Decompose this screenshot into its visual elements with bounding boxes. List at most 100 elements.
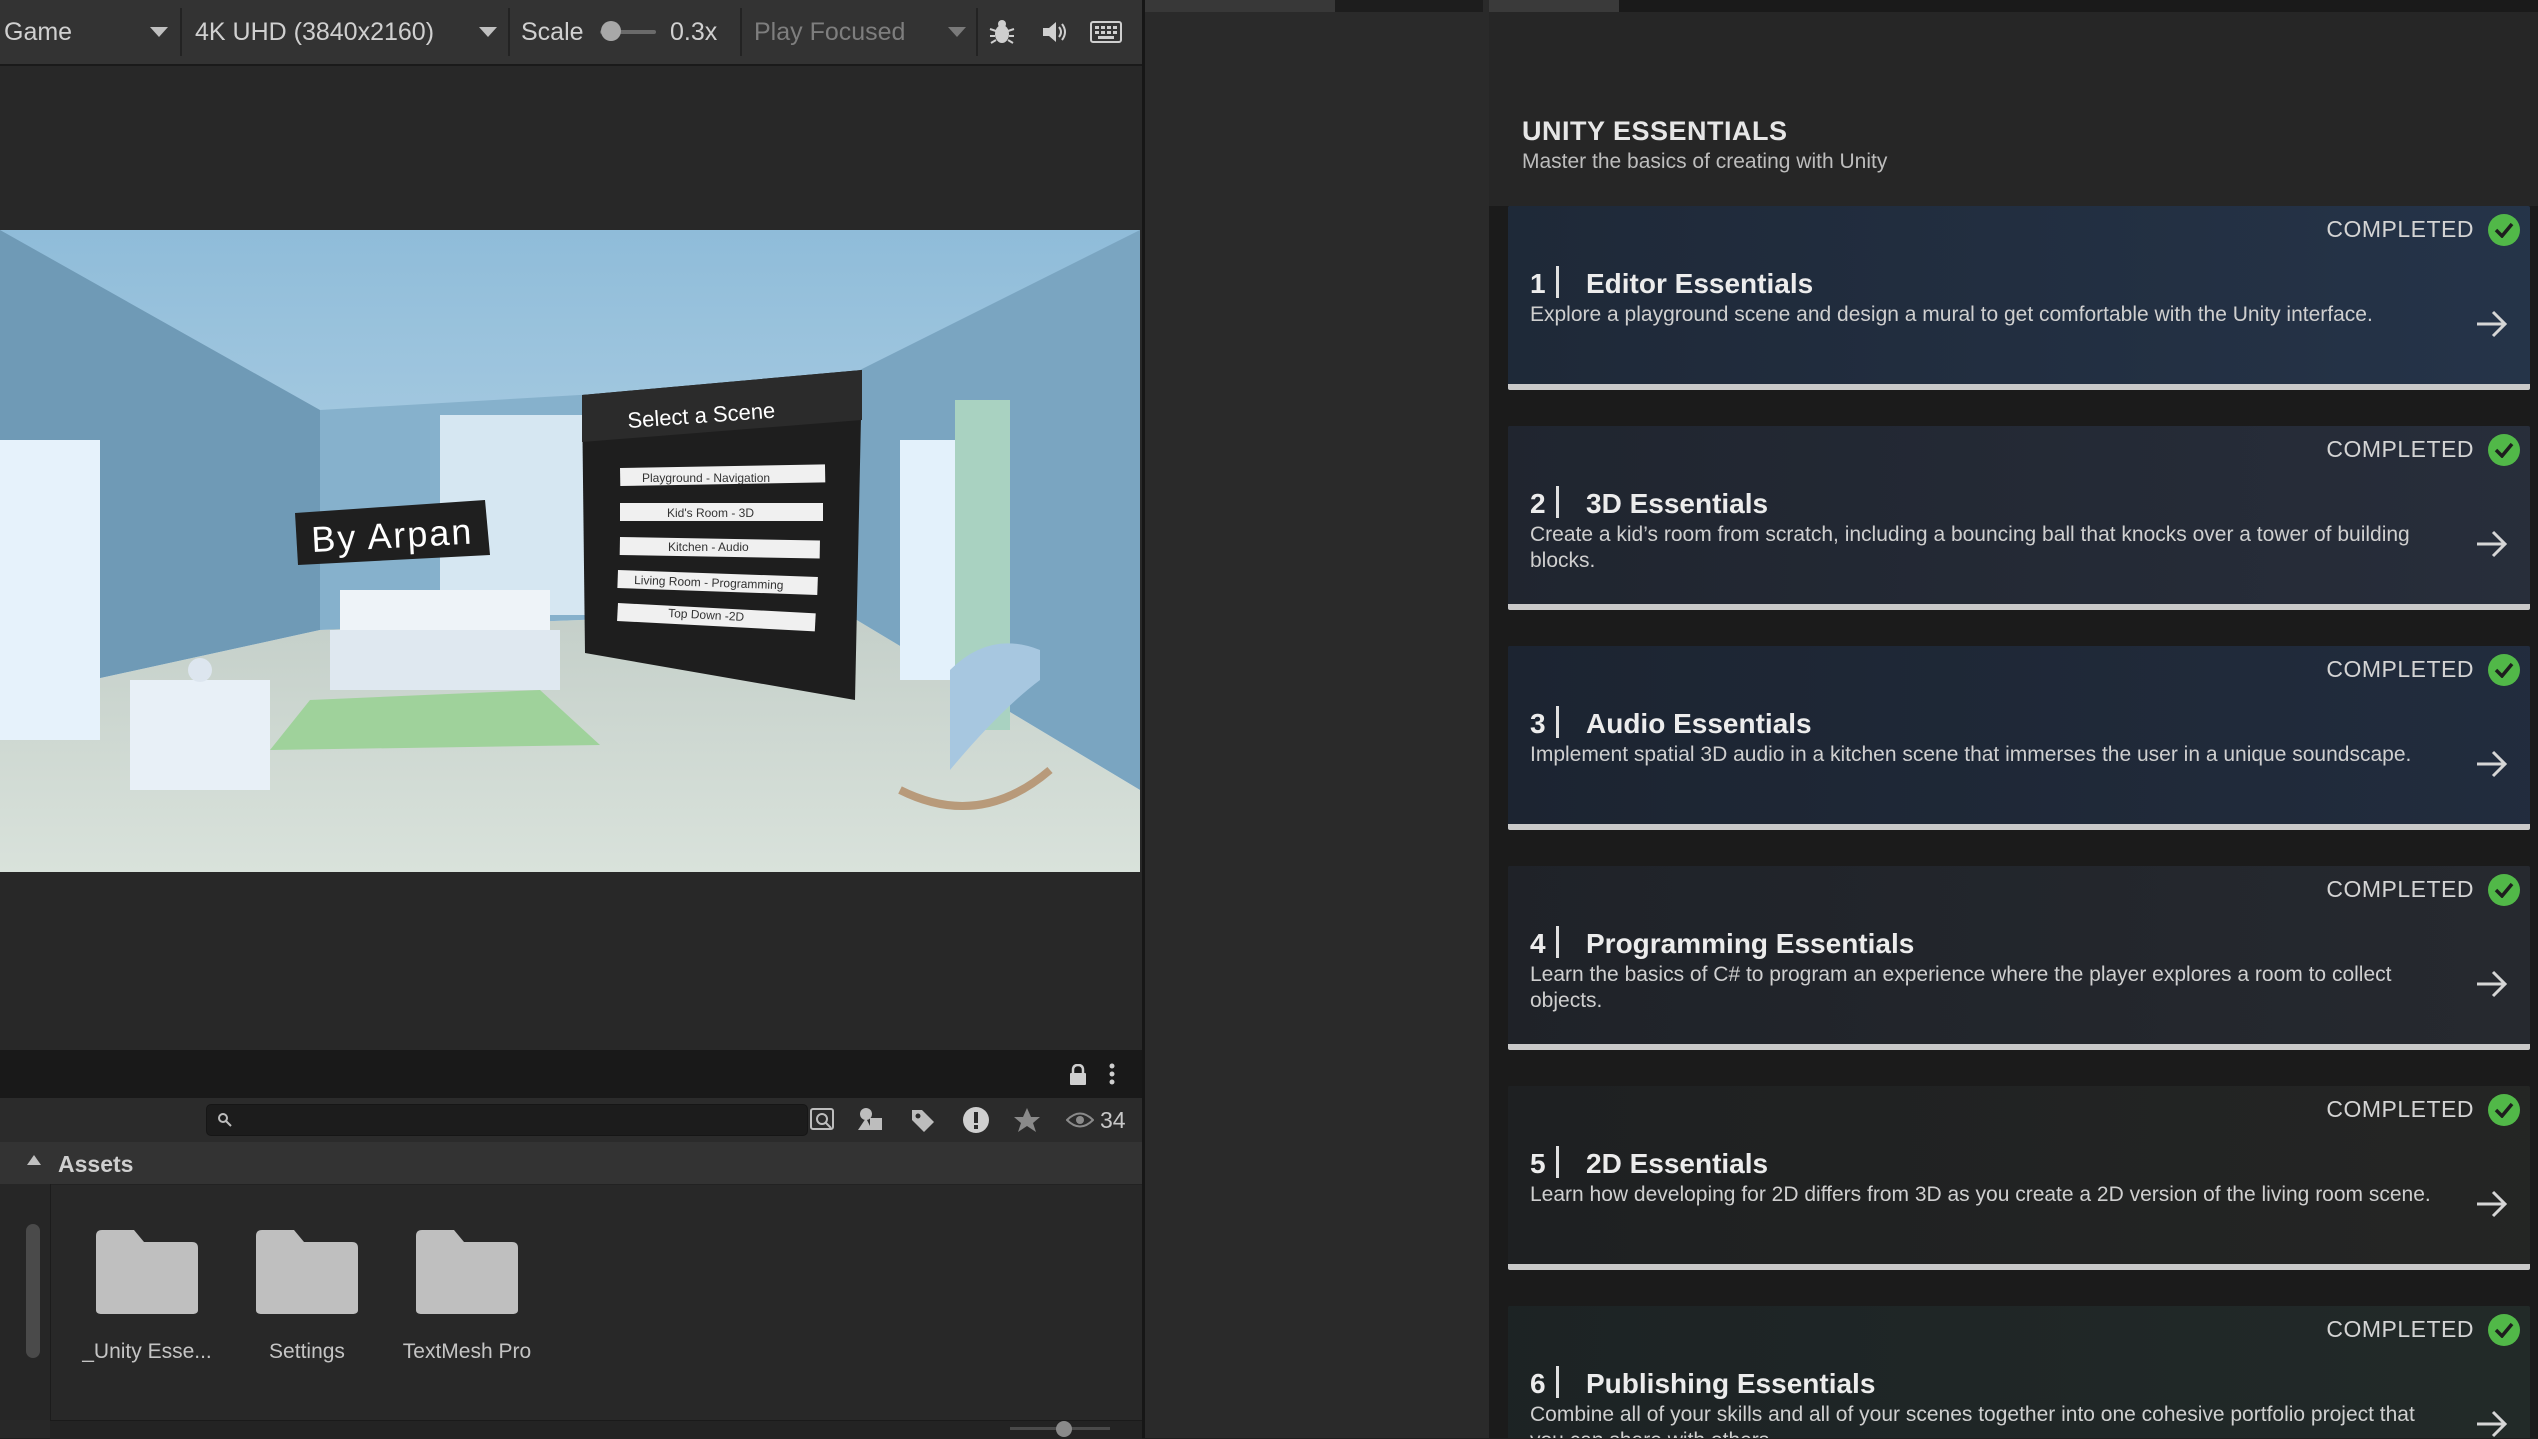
arrow-right-icon[interactable]	[2474, 306, 2510, 342]
toolbar-divider	[740, 8, 742, 56]
arrow-right-icon[interactable]	[2474, 746, 2510, 782]
tutorial-card-6[interactable]: COMPLETED 6 Publishing Essentials Combin…	[1508, 1306, 2530, 1438]
arrow-right-icon[interactable]	[2474, 1186, 2510, 1222]
play-mode-dropdown[interactable]: Play Focused	[754, 0, 966, 64]
card-divider	[1556, 1366, 1559, 1398]
project-search-input[interactable]	[206, 1104, 808, 1136]
project-scrollbar[interactable]	[26, 1224, 40, 1358]
mute-audio-button[interactable]	[1034, 0, 1074, 64]
scene-button-label: Kitchen - Audio	[668, 540, 749, 554]
scale-label: Scale	[521, 17, 584, 46]
lock-icon[interactable]	[1068, 1064, 1088, 1086]
tutorial-card-1[interactable]: COMPLETED 1 Editor Essentials Explore a …	[1508, 206, 2530, 390]
card-number: 6	[1530, 1368, 1546, 1399]
card-number: 2	[1530, 488, 1546, 519]
tutorial-card-2[interactable]: COMPLETED 2 3D Essentials Create a kid’s…	[1508, 426, 2530, 610]
completed-label: COMPLETED	[2326, 656, 2474, 682]
filter-by-type-icon[interactable]	[856, 1106, 886, 1134]
card-title: Publishing Essentials	[1586, 1368, 1876, 1399]
tutorials-header	[1489, 12, 2538, 209]
folder-textmesh-pro[interactable]: TextMesh Pro	[403, 1226, 531, 1363]
folder-settings[interactable]: Settings	[252, 1226, 362, 1363]
folder-label: TextMesh Pro	[402, 1340, 532, 1363]
card-description: Explore a playground scene and design a …	[1530, 303, 2373, 326]
tutorial-card-5[interactable]: COMPLETED 5 2D Essentials Learn how deve…	[1508, 1086, 2530, 1270]
resolution-dropdown[interactable]: 4K UHD (3840x2160)	[195, 0, 497, 64]
tutorials-tab[interactable]	[1489, 0, 1619, 12]
arrow-right-icon[interactable]	[2474, 966, 2510, 1002]
card-number: 4	[1530, 928, 1546, 959]
tutorial-card-3[interactable]: COMPLETED 3 Audio Essentials Implement s…	[1508, 646, 2530, 830]
scale-value: 0.3x	[670, 17, 718, 46]
check-icon	[2488, 1094, 2520, 1126]
chevron-up-icon[interactable]	[26, 1154, 42, 1166]
eye-icon	[1066, 1112, 1094, 1128]
card-title: Programming Essentials	[1586, 928, 1915, 959]
tutorials-tab-strip	[1489, 0, 2538, 12]
card-divider	[1556, 706, 1559, 738]
more-options-icon[interactable]	[1108, 1062, 1116, 1086]
arrow-right-icon[interactable]	[2474, 1406, 2510, 1438]
card-description: Learn the basics of C# to program an exp…	[1530, 963, 2392, 1012]
display-label: Game	[4, 17, 73, 46]
favorite-star-icon[interactable]	[1012, 1106, 1042, 1134]
scene-button-label: Playground - Navigation	[642, 471, 770, 485]
check-icon	[2488, 1314, 2520, 1346]
arrow-right-icon[interactable]	[2474, 526, 2510, 562]
card-description: Create a kid’s room from scratch, includ…	[1530, 523, 2410, 572]
search-icon	[218, 1113, 232, 1127]
card-description: Learn how developing for 2D differs from…	[1530, 1183, 2431, 1206]
keyboard-icon	[1090, 21, 1122, 43]
bug-icon	[989, 20, 1015, 44]
warning-filter-icon[interactable]	[960, 1104, 992, 1136]
zoom-slider-knob[interactable]	[1056, 1421, 1072, 1437]
stats-button[interactable]	[1084, 0, 1128, 64]
middle-tab[interactable]	[1145, 0, 1335, 12]
tutorial-card-4[interactable]: COMPLETED 4 Programming Essentials Learn…	[1508, 866, 2530, 1050]
check-icon	[2488, 874, 2520, 906]
tutorials-title: UNITY ESSENTIALS	[1522, 116, 1788, 146]
toolbar-divider	[180, 8, 182, 56]
visibility-toggle[interactable]: 34	[1066, 1106, 1126, 1134]
card-progress-bar	[1508, 1044, 2530, 1050]
card-title: Editor Essentials	[1586, 268, 1814, 299]
scale-slider-knob[interactable]	[600, 21, 621, 41]
visibility-count: 34	[1100, 1106, 1126, 1133]
empty-editor-column	[1142, 0, 1492, 1438]
toolbar-divider	[508, 8, 510, 56]
check-icon	[2488, 654, 2520, 686]
completed-label: COMPLETED	[2326, 876, 2474, 902]
scene-button-label: Kid's Room - 3D	[667, 506, 754, 520]
play-mode-label: Play Focused	[754, 17, 906, 46]
game-toolbar: Game 4K UHD (3840x2160) Scale 0.3x Play …	[0, 0, 1142, 66]
debug-button[interactable]	[982, 0, 1022, 64]
card-number: 5	[1530, 1148, 1546, 1179]
filter-by-label-icon[interactable]	[908, 1106, 938, 1134]
folder-icon	[96, 1230, 198, 1314]
check-icon	[2488, 214, 2520, 246]
search-by-type-icon[interactable]	[808, 1106, 838, 1134]
project-footer	[50, 1420, 1142, 1439]
folder-unity-essentials[interactable]: _Unity Esse...	[82, 1226, 212, 1363]
card-progress-bar	[1508, 1264, 2530, 1270]
toolbar-divider	[976, 8, 978, 56]
author-banner: By Arpan	[310, 511, 474, 560]
tutorial-card-list: COMPLETED 1 Editor Essentials Explore a …	[1489, 206, 2538, 1438]
card-progress-bar	[1508, 384, 2530, 390]
card-number: 3	[1530, 708, 1546, 739]
display-dropdown[interactable]: Game	[4, 0, 168, 64]
tutorials-subtitle: Master the basics of creating with Unity	[1522, 150, 1888, 173]
card-title: 3D Essentials	[1586, 488, 1769, 519]
breadcrumb-assets[interactable]: Assets	[58, 1151, 133, 1178]
completed-label: COMPLETED	[2326, 436, 2474, 462]
card-progress-bar	[1508, 824, 2530, 830]
completed-label: COMPLETED	[2326, 1096, 2474, 1122]
folder-icon	[256, 1230, 358, 1314]
folder-icon	[416, 1230, 518, 1314]
game-viewport[interactable]: Select a Scene Playground - Navigation K…	[0, 230, 1140, 872]
chevron-down-icon	[479, 27, 497, 37]
check-icon	[2488, 434, 2520, 466]
speaker-icon	[1043, 22, 1066, 42]
card-number: 1	[1530, 268, 1546, 299]
project-panel-header	[0, 1050, 1142, 1098]
